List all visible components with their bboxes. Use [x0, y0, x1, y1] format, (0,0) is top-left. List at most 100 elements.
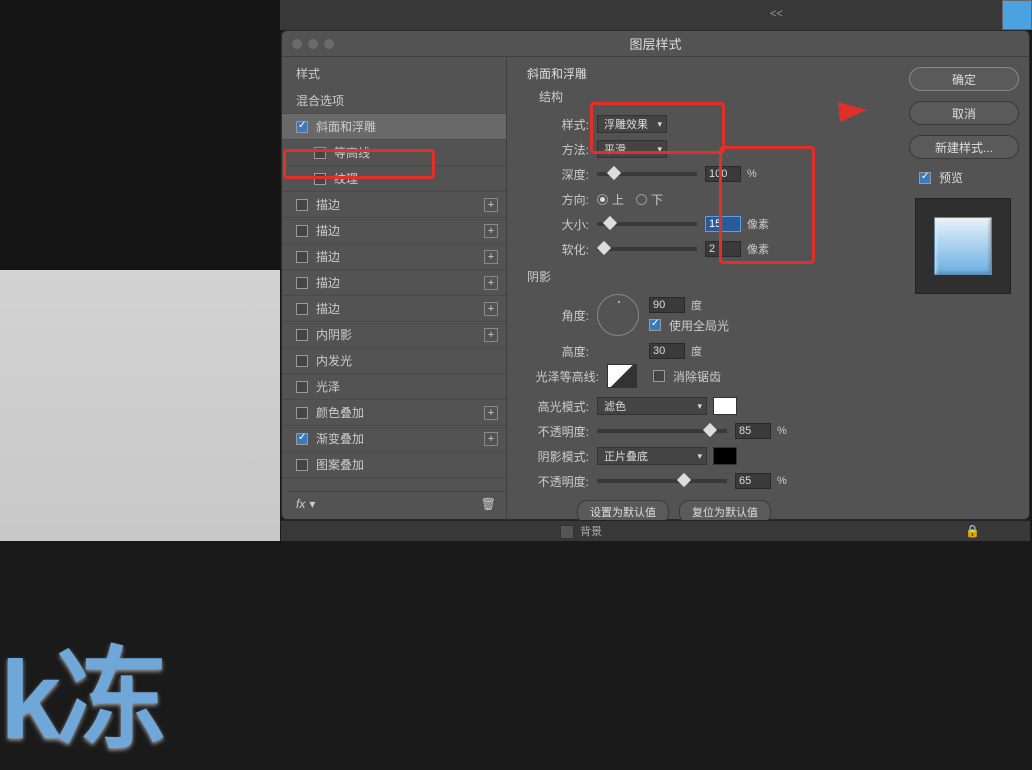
annotation-arrow — [838, 100, 868, 122]
add-icon[interactable]: + — [484, 406, 498, 420]
global-light-checkbox[interactable] — [649, 319, 661, 331]
canvas-area: k冻 — [0, 270, 280, 541]
style-label: 样式: — [527, 116, 589, 133]
checkbox-icon[interactable] — [296, 121, 308, 133]
unit: % — [777, 425, 787, 437]
right-column: 确定 取消 新建样式... 预览 — [899, 57, 1029, 521]
bottom-panel — [281, 520, 1030, 541]
highlight-opacity-input[interactable] — [735, 423, 771, 439]
style-stroke[interactable]: 描边+ — [282, 192, 506, 218]
fx-label[interactable]: fx — [296, 497, 305, 511]
ok-button[interactable]: 确定 — [909, 67, 1019, 91]
preview-checkbox[interactable] — [919, 172, 931, 184]
global-light-label: 使用全局光 — [669, 317, 729, 334]
highlight-color-swatch[interactable] — [713, 397, 737, 415]
shading-title: 阴影 — [527, 268, 883, 285]
style-color-overlay[interactable]: 颜色叠加+ — [282, 400, 506, 426]
depth-slider[interactable] — [597, 172, 697, 176]
soften-unit: 像素 — [747, 241, 769, 257]
checkbox-icon[interactable] — [314, 173, 326, 185]
add-icon[interactable]: + — [484, 224, 498, 238]
size-input[interactable] — [705, 216, 741, 232]
gloss-label: 光泽等高线: — [527, 368, 599, 385]
checkbox-icon[interactable] — [296, 225, 308, 237]
soften-slider[interactable] — [597, 247, 697, 251]
layer-style-dialog: 图层样式 样式 混合选项 斜面和浮雕 等高线 纹理 描边+ 描边+ 描边+ 描边… — [281, 30, 1030, 520]
angle-dial[interactable] — [597, 294, 639, 336]
style-contour[interactable]: 等高线 — [282, 140, 506, 166]
cancel-button[interactable]: 取消 — [909, 101, 1019, 125]
add-icon[interactable]: + — [484, 328, 498, 342]
checkbox-icon[interactable] — [296, 251, 308, 263]
checkbox-icon[interactable] — [296, 277, 308, 289]
soften-label: 软化: — [527, 241, 589, 258]
direction-up-radio[interactable] — [597, 194, 608, 205]
chevron-down-icon[interactable]: ▾ — [309, 497, 315, 511]
size-unit: 像素 — [747, 216, 769, 232]
collapse-chevrons[interactable]: << — [770, 8, 783, 20]
style-satin[interactable]: 光泽 — [282, 374, 506, 400]
top-panel: << — [280, 0, 1032, 30]
checkbox-icon[interactable] — [296, 355, 308, 367]
checkbox-icon[interactable] — [296, 303, 308, 315]
gloss-contour-picker[interactable] — [607, 364, 637, 388]
style-gradient-overlay[interactable]: 渐变叠加+ — [282, 426, 506, 452]
size-label: 大小: — [527, 216, 589, 233]
checkbox-icon[interactable] — [296, 329, 308, 341]
blending-options[interactable]: 混合选项 — [282, 88, 506, 114]
style-stroke[interactable]: 描边+ — [282, 244, 506, 270]
new-style-button[interactable]: 新建样式... — [909, 135, 1019, 159]
highlight-opacity-slider[interactable] — [597, 429, 727, 433]
shadow-opacity-input[interactable] — [735, 473, 771, 489]
shadow-opacity-slider[interactable] — [597, 479, 727, 483]
structure-title: 结构 — [539, 88, 883, 105]
add-icon[interactable]: + — [484, 198, 498, 212]
soften-input[interactable] — [705, 241, 741, 257]
shadow-color-swatch[interactable] — [713, 447, 737, 465]
panel-title: 斜面和浮雕 — [527, 65, 883, 82]
style-stroke[interactable]: 描边+ — [282, 218, 506, 244]
style-texture[interactable]: 纹理 — [282, 166, 506, 192]
lock-icon[interactable]: 🔒 — [965, 524, 980, 538]
style-inner-glow[interactable]: 内发光 — [282, 348, 506, 374]
checkbox-icon[interactable] — [296, 381, 308, 393]
dir-up-label: 上 — [612, 191, 624, 208]
highlight-mode-select[interactable]: 滤色 — [597, 397, 707, 415]
add-icon[interactable]: + — [484, 302, 498, 316]
trash-icon[interactable]: 🗑 — [481, 497, 496, 511]
window-controls[interactable] — [282, 39, 334, 49]
add-icon[interactable]: + — [484, 432, 498, 446]
antialias-label: 消除锯齿 — [673, 368, 721, 385]
shadow-mode-label: 阴影模式: — [527, 448, 589, 465]
checkbox-icon[interactable] — [296, 433, 308, 445]
angle-unit: 度 — [691, 297, 702, 313]
depth-input[interactable] — [705, 166, 741, 182]
preview-box — [915, 198, 1011, 294]
dialog-titlebar[interactable]: 图层样式 — [282, 31, 1029, 57]
style-pattern-overlay[interactable]: 图案叠加 — [282, 452, 506, 478]
checkbox-icon[interactable] — [296, 199, 308, 211]
style-inner-shadow[interactable]: 内阴影+ — [282, 322, 506, 348]
direction-down-radio[interactable] — [636, 194, 647, 205]
style-stroke[interactable]: 描边+ — [282, 296, 506, 322]
size-slider[interactable] — [597, 222, 697, 226]
checkbox-icon[interactable] — [314, 147, 326, 159]
checkbox-icon[interactable] — [296, 459, 308, 471]
angle-label: 角度: — [527, 307, 589, 324]
technique-select[interactable]: 平滑 — [597, 140, 667, 158]
style-select[interactable]: 浮雕效果 — [597, 115, 667, 133]
add-icon[interactable]: + — [484, 250, 498, 264]
style-bevel-emboss[interactable]: 斜面和浮雕 — [282, 114, 506, 140]
style-stroke[interactable]: 描边+ — [282, 270, 506, 296]
top-color-swatch[interactable] — [1002, 0, 1032, 30]
add-icon[interactable]: + — [484, 276, 498, 290]
altitude-input[interactable] — [649, 343, 685, 359]
shadow-mode-select[interactable]: 正片叠底 — [597, 447, 707, 465]
fx-toolbar: fx ▾ 🗑 — [288, 491, 506, 515]
styles-header[interactable]: 样式 — [282, 57, 506, 88]
dialog-title: 图层样式 — [282, 34, 1029, 53]
checkbox-icon[interactable] — [296, 407, 308, 419]
antialias-checkbox[interactable] — [653, 370, 665, 382]
bg-layer-row[interactable]: 背景 — [560, 523, 602, 539]
angle-input[interactable] — [649, 297, 685, 313]
